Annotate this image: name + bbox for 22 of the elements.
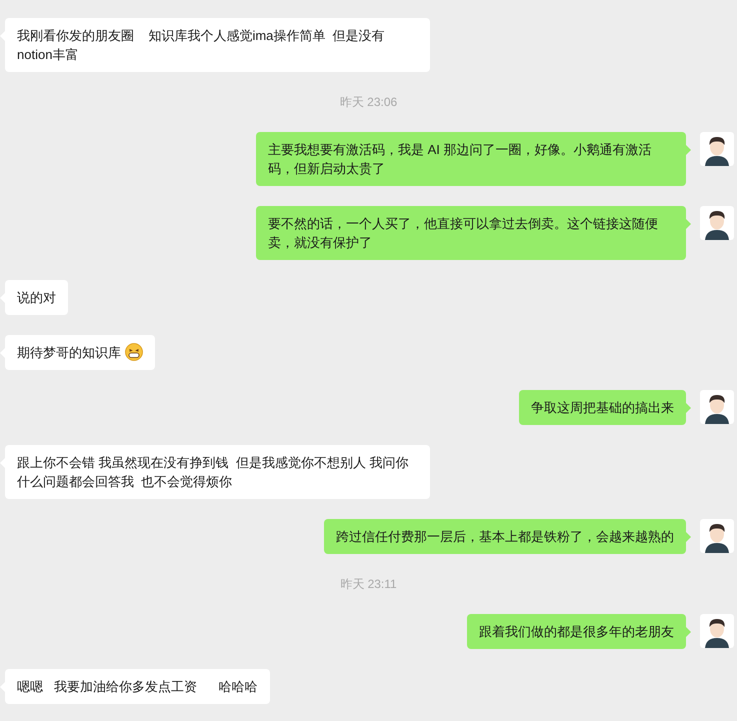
received-message-bubble: 嗯嗯 我要加油给你多发点工资 哈哈哈 [5,669,270,704]
received-message-bubble: 期待梦哥的知识库 [5,335,155,370]
timestamp: 昨天 23:06 [340,94,398,111]
received-message-bubble: 说的对 [5,280,68,315]
timestamp: 昨天 23:11 [340,576,397,593]
sent-message-bubble: 主要我想要有激活码，我是 AI 那边问了一圈，好像。小鹅通有激活码，但新启动太贵了 [256,132,686,186]
avatar-icon[interactable] [700,132,734,166]
bubble-tail [686,403,691,413]
sent-message-bubble: 要不然的话，一个人买了，他直接可以拿过去倒卖。这个链接这随便卖，就没有保护了 [256,206,686,260]
bubble-tail [686,532,691,542]
avatar-icon[interactable] [700,614,734,648]
avatar-icon[interactable] [700,206,734,240]
sent-message-bubble: 争取这周把基础的搞出来 [519,390,686,425]
avatar-icon[interactable] [700,519,734,553]
bubble-tail [686,219,691,229]
bubble-tail [686,627,691,637]
received-message-bubble: 我刚看你发的朋友圈 知识库我个人感觉ima操作简单 但是没有notion丰富 [5,18,430,72]
avatar-icon[interactable] [700,390,734,424]
sent-message-bubble: 跨过信任付费那一层后，基本上都是铁粉了，会越来越熟的 [324,519,686,554]
sent-message-bubble: 跟着我们做的都是很多年的老朋友 [467,614,686,649]
received-message-bubble: 跟上你不会错 我虽然现在没有挣到钱 但是我感觉你不想别人 我问你什么问题都会回答我 也不会觉得烦你 [5,445,430,499]
bubble-tail [686,145,691,155]
